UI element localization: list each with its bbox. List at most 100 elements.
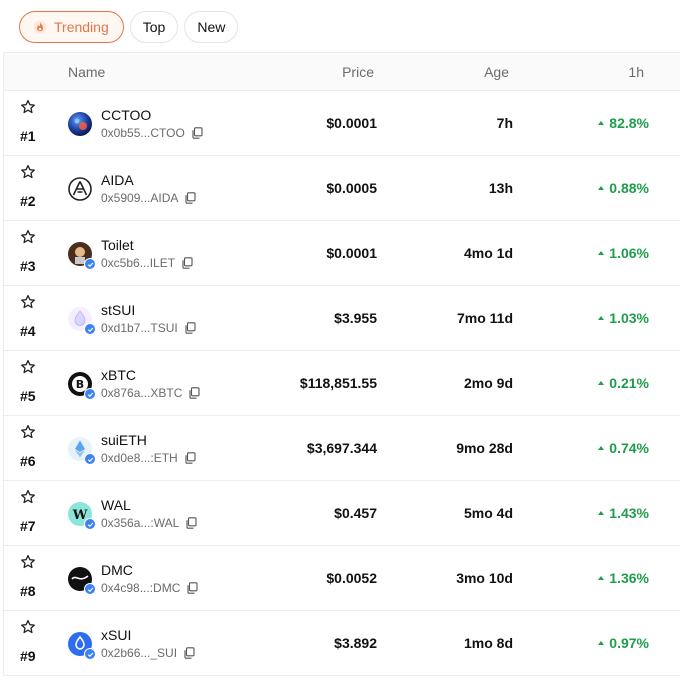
column-header-1h[interactable]: 1h — [628, 64, 644, 80]
copy-icon[interactable] — [181, 257, 193, 269]
verified-badge-icon — [84, 453, 96, 465]
copy-icon[interactable] — [186, 582, 198, 594]
price-change-value: 1.06% — [609, 245, 649, 261]
tab-top[interactable]: Top — [129, 11, 179, 43]
token-name[interactable]: stSUI — [101, 302, 135, 318]
triangle-up-icon — [598, 186, 605, 190]
column-header-age[interactable]: Age — [484, 64, 509, 80]
stsui-logo-icon — [68, 307, 96, 335]
token-age: 2mo 9d — [463, 375, 513, 391]
price-change-value: 1.43% — [609, 505, 649, 521]
table-row[interactable]: #7 W WAL 0x356a...:WAL $0.457 5mo 4d 1.4… — [4, 481, 680, 546]
price-change-1h: 0.88% — [598, 180, 649, 196]
star-icon[interactable] — [20, 99, 36, 115]
copy-icon[interactable] — [184, 322, 196, 334]
rank-label: #8 — [20, 583, 36, 599]
star-icon[interactable] — [20, 489, 36, 505]
token-price: $0.0052 — [326, 570, 377, 586]
column-header-price[interactable]: Price — [342, 64, 374, 80]
price-change-1h: 0.21% — [598, 375, 649, 391]
rank-label: #3 — [20, 258, 36, 274]
star-icon[interactable] — [20, 554, 36, 570]
filter-tabs: Trending Top New — [19, 11, 239, 43]
table-row[interactable]: #3 Toilet 0xc5b6...ILET $0.0001 4mo 1d 1… — [4, 221, 680, 286]
copy-icon[interactable] — [191, 127, 203, 139]
star-icon[interactable] — [20, 359, 36, 375]
token-age: 1mo 8d — [463, 635, 513, 651]
copy-icon[interactable] — [183, 647, 195, 659]
copy-icon[interactable] — [188, 387, 200, 399]
verified-badge-icon — [84, 323, 96, 335]
token-table: Name Price Age 1h #1 CCTOO 0x0b55...CTOO… — [3, 52, 680, 676]
price-change-1h: 1.03% — [598, 310, 649, 326]
token-price: $0.0001 — [326, 245, 377, 261]
copy-icon[interactable] — [184, 452, 196, 464]
token-age: 7h — [496, 115, 513, 131]
suieth-logo-icon — [68, 437, 96, 465]
token-price: $3.892 — [334, 635, 377, 651]
triangle-up-icon — [598, 576, 605, 580]
token-name[interactable]: AIDA — [101, 172, 134, 188]
rank-label: #4 — [20, 323, 36, 339]
column-header-name[interactable]: Name — [68, 64, 105, 80]
token-name[interactable]: xSUI — [101, 627, 131, 643]
token-name[interactable]: WAL — [101, 497, 131, 513]
token-name[interactable]: xBTC — [101, 367, 136, 383]
table-row[interactable]: #8 DMC 0x4c98...:DMC $0.0052 3mo 10d 1.3… — [4, 546, 680, 611]
star-icon[interactable] — [20, 229, 36, 245]
token-address: 0x2b66..._SUI — [101, 646, 195, 660]
copy-icon[interactable] — [185, 517, 197, 529]
table-row[interactable]: #2 AIDA 0x5909...AIDA $0.0005 13h 0.88% — [4, 156, 680, 221]
token-name[interactable]: CCTOO — [101, 107, 151, 123]
verified-badge-icon — [84, 648, 96, 660]
token-address-text: 0x5909...AIDA — [101, 191, 179, 205]
verified-badge-icon — [84, 583, 96, 595]
tab-new[interactable]: New — [184, 11, 239, 43]
star-icon[interactable] — [20, 619, 36, 635]
price-change-1h: 1.43% — [598, 505, 649, 521]
triangle-up-icon — [598, 121, 605, 125]
flame-icon — [32, 19, 48, 35]
triangle-up-icon — [598, 316, 605, 320]
token-address-text: 0xd1b7...TSUI — [101, 321, 178, 335]
token-address-text: 0x4c98...:DMC — [101, 581, 181, 595]
cctoo-logo-icon — [68, 112, 92, 136]
token-price: $0.457 — [334, 505, 377, 521]
token-address-text: 0x356a...:WAL — [101, 516, 180, 530]
token-address: 0xc5b6...ILET — [101, 256, 193, 270]
svg-text:B: B — [76, 378, 84, 391]
token-name[interactable]: suiETH — [101, 432, 147, 448]
price-change-value: 0.21% — [609, 375, 649, 391]
table-row[interactable]: #5 B xBTC 0x876a...XBTC $118,851.55 2mo … — [4, 351, 680, 416]
star-icon[interactable] — [20, 164, 36, 180]
token-price: $118,851.55 — [299, 375, 377, 391]
copy-icon[interactable] — [184, 192, 196, 204]
table-row[interactable]: #9 xSUI 0x2b66..._SUI $3.892 1mo 8d 0.97… — [4, 611, 680, 676]
token-address: 0xd1b7...TSUI — [101, 321, 196, 335]
table-row[interactable]: #4 stSUI 0xd1b7...TSUI $3.955 7mo 11d 1.… — [4, 286, 680, 351]
price-change-1h: 1.36% — [598, 570, 649, 586]
star-icon[interactable] — [20, 294, 36, 310]
token-address: 0x0b55...CTOO — [101, 126, 203, 140]
token-address-text: 0x0b55...CTOO — [101, 126, 185, 140]
token-name[interactable]: DMC — [101, 562, 133, 578]
token-address: 0x5909...AIDA — [101, 191, 196, 205]
table-row[interactable]: #6 suiETH 0xd0e8...:ETH $3,697.344 9mo 2… — [4, 416, 680, 481]
rank-label: #6 — [20, 453, 36, 469]
price-change-value: 0.74% — [609, 440, 649, 456]
rank-label: #5 — [20, 388, 36, 404]
token-price: $0.0001 — [326, 115, 377, 131]
price-change-value: 0.88% — [609, 180, 649, 196]
token-name[interactable]: Toilet — [101, 237, 134, 253]
star-icon[interactable] — [20, 424, 36, 440]
price-change-1h: 82.8% — [598, 115, 649, 131]
price-change-value: 1.36% — [609, 570, 649, 586]
rank-label: #9 — [20, 648, 36, 664]
price-change-1h: 0.74% — [598, 440, 649, 456]
price-change-1h: 0.97% — [598, 635, 649, 651]
tab-label: Trending — [54, 19, 109, 35]
token-address: 0x356a...:WAL — [101, 516, 197, 530]
verified-badge-icon — [84, 518, 96, 530]
table-row[interactable]: #1 CCTOO 0x0b55...CTOO $0.0001 7h 82.8% — [4, 91, 680, 156]
tab-trending[interactable]: Trending — [19, 11, 124, 43]
